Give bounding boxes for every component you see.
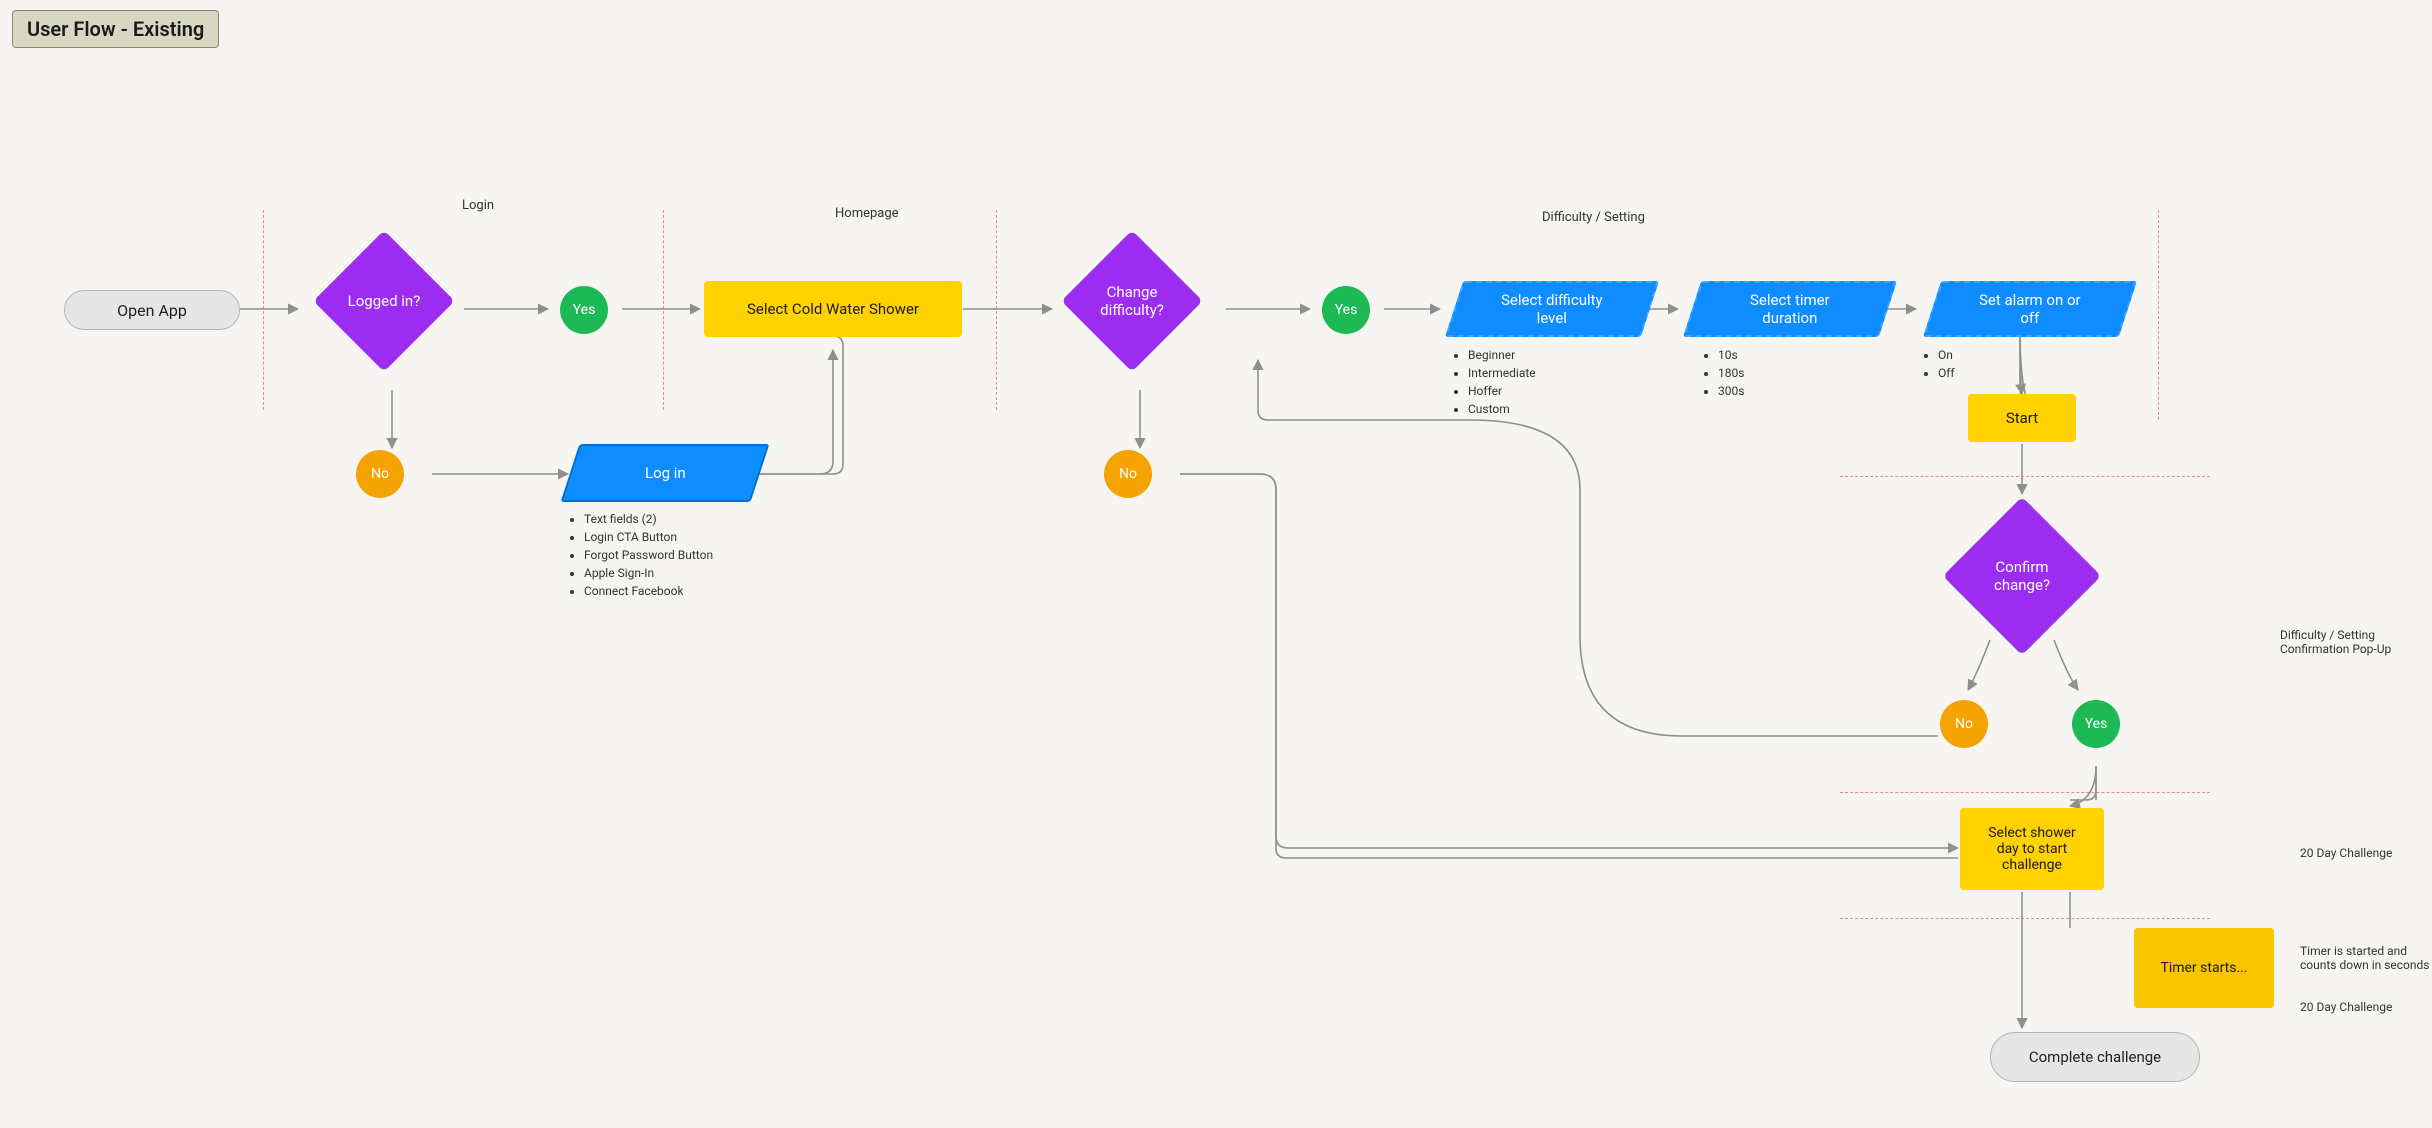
list-timer-items: 10s180s300s <box>1700 346 1744 400</box>
list-difficulty-items: BeginnerIntermediateHofferCustom <box>1450 346 1536 418</box>
connector-yes-2: Yes <box>1322 286 1370 334</box>
label: Yes <box>2085 716 2108 732</box>
terminal-complete: Complete challenge <box>1990 1032 2200 1082</box>
list-item: Login CTA Button <box>584 528 713 546</box>
section-sep-login-left <box>263 210 264 410</box>
list-alarm-items: OnOff <box>1920 346 1955 382</box>
process-select-cws: Select Cold Water Shower <box>704 281 962 337</box>
label: No <box>371 466 389 482</box>
label: Logged in? <box>314 231 454 371</box>
caption-20day-1: 20 Day Challenge <box>2300 846 2392 860</box>
list-login-items: Text fields (2)Login CTA ButtonForgot Pa… <box>566 510 713 600</box>
caption-20day-2: 20 Day Challenge <box>2300 1000 2392 1014</box>
list-item: On <box>1938 346 1955 364</box>
input-select-timer: Select timer duration <box>1683 281 1897 337</box>
process-select-day: Select shower day to start challenge <box>1960 808 2104 890</box>
list-item: Off <box>1938 364 1955 382</box>
list-item: Apple Sign-In <box>584 564 713 582</box>
note-timer: Timer is started and counts down in seco… <box>2300 944 2430 972</box>
decision-logged-in: Logged in? <box>314 231 454 371</box>
caption-login: Login <box>462 198 494 213</box>
section-sep-confirm-top <box>1840 476 2210 477</box>
connector-no-3: No <box>1940 700 1988 748</box>
caption-homepage: Homepage <box>835 206 899 221</box>
list-item: 180s <box>1718 364 1744 382</box>
list-item: Hoffer <box>1468 382 1536 400</box>
label: Select shower day to start challenge <box>1988 825 2076 873</box>
section-sep-homepage-right <box>996 210 997 410</box>
section-sep-20day-top <box>1840 792 2210 793</box>
connector-yes-1: Yes <box>560 286 608 334</box>
list-item: Custom <box>1468 400 1536 418</box>
terminal-open-app: Open App <box>64 290 240 330</box>
label: Log in <box>627 464 704 482</box>
label: Change difficulty? <box>1062 231 1202 371</box>
section-sep-login-right <box>663 210 664 410</box>
label: Select timer duration <box>1732 291 1848 327</box>
page-title: User Flow - Existing <box>12 10 219 48</box>
input-set-alarm: Set alarm on or off <box>1923 281 2137 337</box>
connector-no-2: No <box>1104 450 1152 498</box>
decision-confirm-change: Confirm change? <box>1944 498 2100 654</box>
connector-no-1: No <box>356 450 404 498</box>
list-item: 10s <box>1718 346 1744 364</box>
list-item: Beginner <box>1468 346 1536 364</box>
label: No <box>1955 716 1973 732</box>
list-item: Forgot Password Button <box>584 546 713 564</box>
caption-confirm-popup: Difficulty / Setting Confirmation Pop-Up <box>2280 628 2391 656</box>
process-timer-starts: Timer starts... <box>2134 928 2274 1008</box>
section-sep-20day-mid <box>1840 918 2210 919</box>
label: No <box>1119 466 1137 482</box>
label: Select difficulty level <box>1483 291 1621 327</box>
label: Open App <box>117 301 187 320</box>
label: Yes <box>1335 302 1358 318</box>
connector-yes-3: Yes <box>2072 700 2120 748</box>
input-login: Log in <box>561 444 770 502</box>
label: Timer starts... <box>2160 960 2247 976</box>
label: Yes <box>573 302 596 318</box>
label: Confirm change? <box>1944 498 2100 654</box>
list-item: Intermediate <box>1468 364 1536 382</box>
section-sep-difficulty-right <box>2158 210 2159 420</box>
list-item: Connect Facebook <box>584 582 713 600</box>
flowchart-canvas: User Flow - Existing Login Homepage Diff… <box>0 0 2432 1128</box>
caption-difficulty: Difficulty / Setting <box>1542 210 1645 225</box>
list-item: 300s <box>1718 382 1744 400</box>
decision-change-difficulty: Change difficulty? <box>1062 231 1202 371</box>
list-item: Text fields (2) <box>584 510 713 528</box>
input-select-difficulty: Select difficulty level <box>1445 281 1659 337</box>
label: Start <box>2006 409 2038 427</box>
label: Select Cold Water Shower <box>747 300 919 318</box>
label: Set alarm on or off <box>1961 291 2099 327</box>
process-start: Start <box>1968 394 2076 442</box>
label: Complete challenge <box>2029 1048 2161 1066</box>
